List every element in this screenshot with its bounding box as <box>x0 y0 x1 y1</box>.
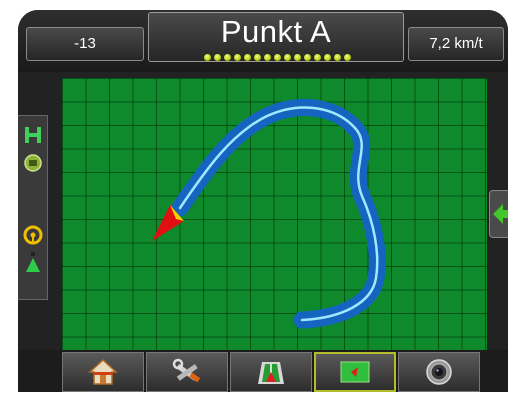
lightbar-led <box>253 54 261 61</box>
lightbar-led <box>233 54 241 61</box>
vehicle-view-button[interactable] <box>230 352 312 392</box>
field-view-icon <box>340 361 370 383</box>
lightbar-led <box>223 54 231 61</box>
tools-icon <box>172 358 201 383</box>
guidance-screen: -13 Punkt A 7,2 km/t <box>18 10 508 392</box>
home-button[interactable] <box>62 352 144 392</box>
pattern-icon[interactable] <box>22 152 44 174</box>
lightbar-led <box>213 54 221 61</box>
setup-button[interactable] <box>146 352 228 392</box>
vehicle-view-icon <box>258 362 284 384</box>
lightbar-led <box>303 54 311 61</box>
green-arrow-left-icon <box>493 204 508 224</box>
cross-track-error-display[interactable]: -13 <box>26 27 144 61</box>
guidance-path-layer <box>152 98 386 329</box>
home-icon <box>88 358 118 385</box>
field-view-button[interactable] <box>314 352 396 392</box>
speed-display[interactable]: 7,2 km/t <box>408 27 504 61</box>
left-sidebar <box>18 115 48 300</box>
lightbar-led <box>333 54 341 61</box>
lightbar-indicator <box>182 54 372 62</box>
camera-button[interactable] <box>398 352 480 392</box>
guidance-line <box>178 106 379 322</box>
lightbar-led <box>293 54 301 61</box>
point-status-display[interactable]: Punkt A <box>148 12 404 62</box>
status-bar: -13 Punkt A 7,2 km/t <box>18 10 508 72</box>
steering-wheel-icon[interactable] <box>22 224 44 246</box>
lightbar-led <box>343 54 351 61</box>
lightbar-led <box>283 54 291 61</box>
point-title: Punkt A <box>220 14 332 49</box>
lightbar-led <box>243 54 251 61</box>
lightbar-led <box>313 54 321 61</box>
camera-icon <box>426 359 452 385</box>
lightbar-led <box>323 54 331 61</box>
vehicle-arrow-icon[interactable] <box>22 252 44 274</box>
guidance-lines-icon[interactable] <box>22 124 44 146</box>
right-panel-tab[interactable] <box>489 190 508 238</box>
lightbar-led <box>273 54 281 61</box>
field-map[interactable] <box>62 78 487 354</box>
coverage-path <box>171 98 386 329</box>
bottom-navigation <box>18 350 508 392</box>
lightbar-led <box>263 54 271 61</box>
lightbar-led <box>203 54 211 61</box>
